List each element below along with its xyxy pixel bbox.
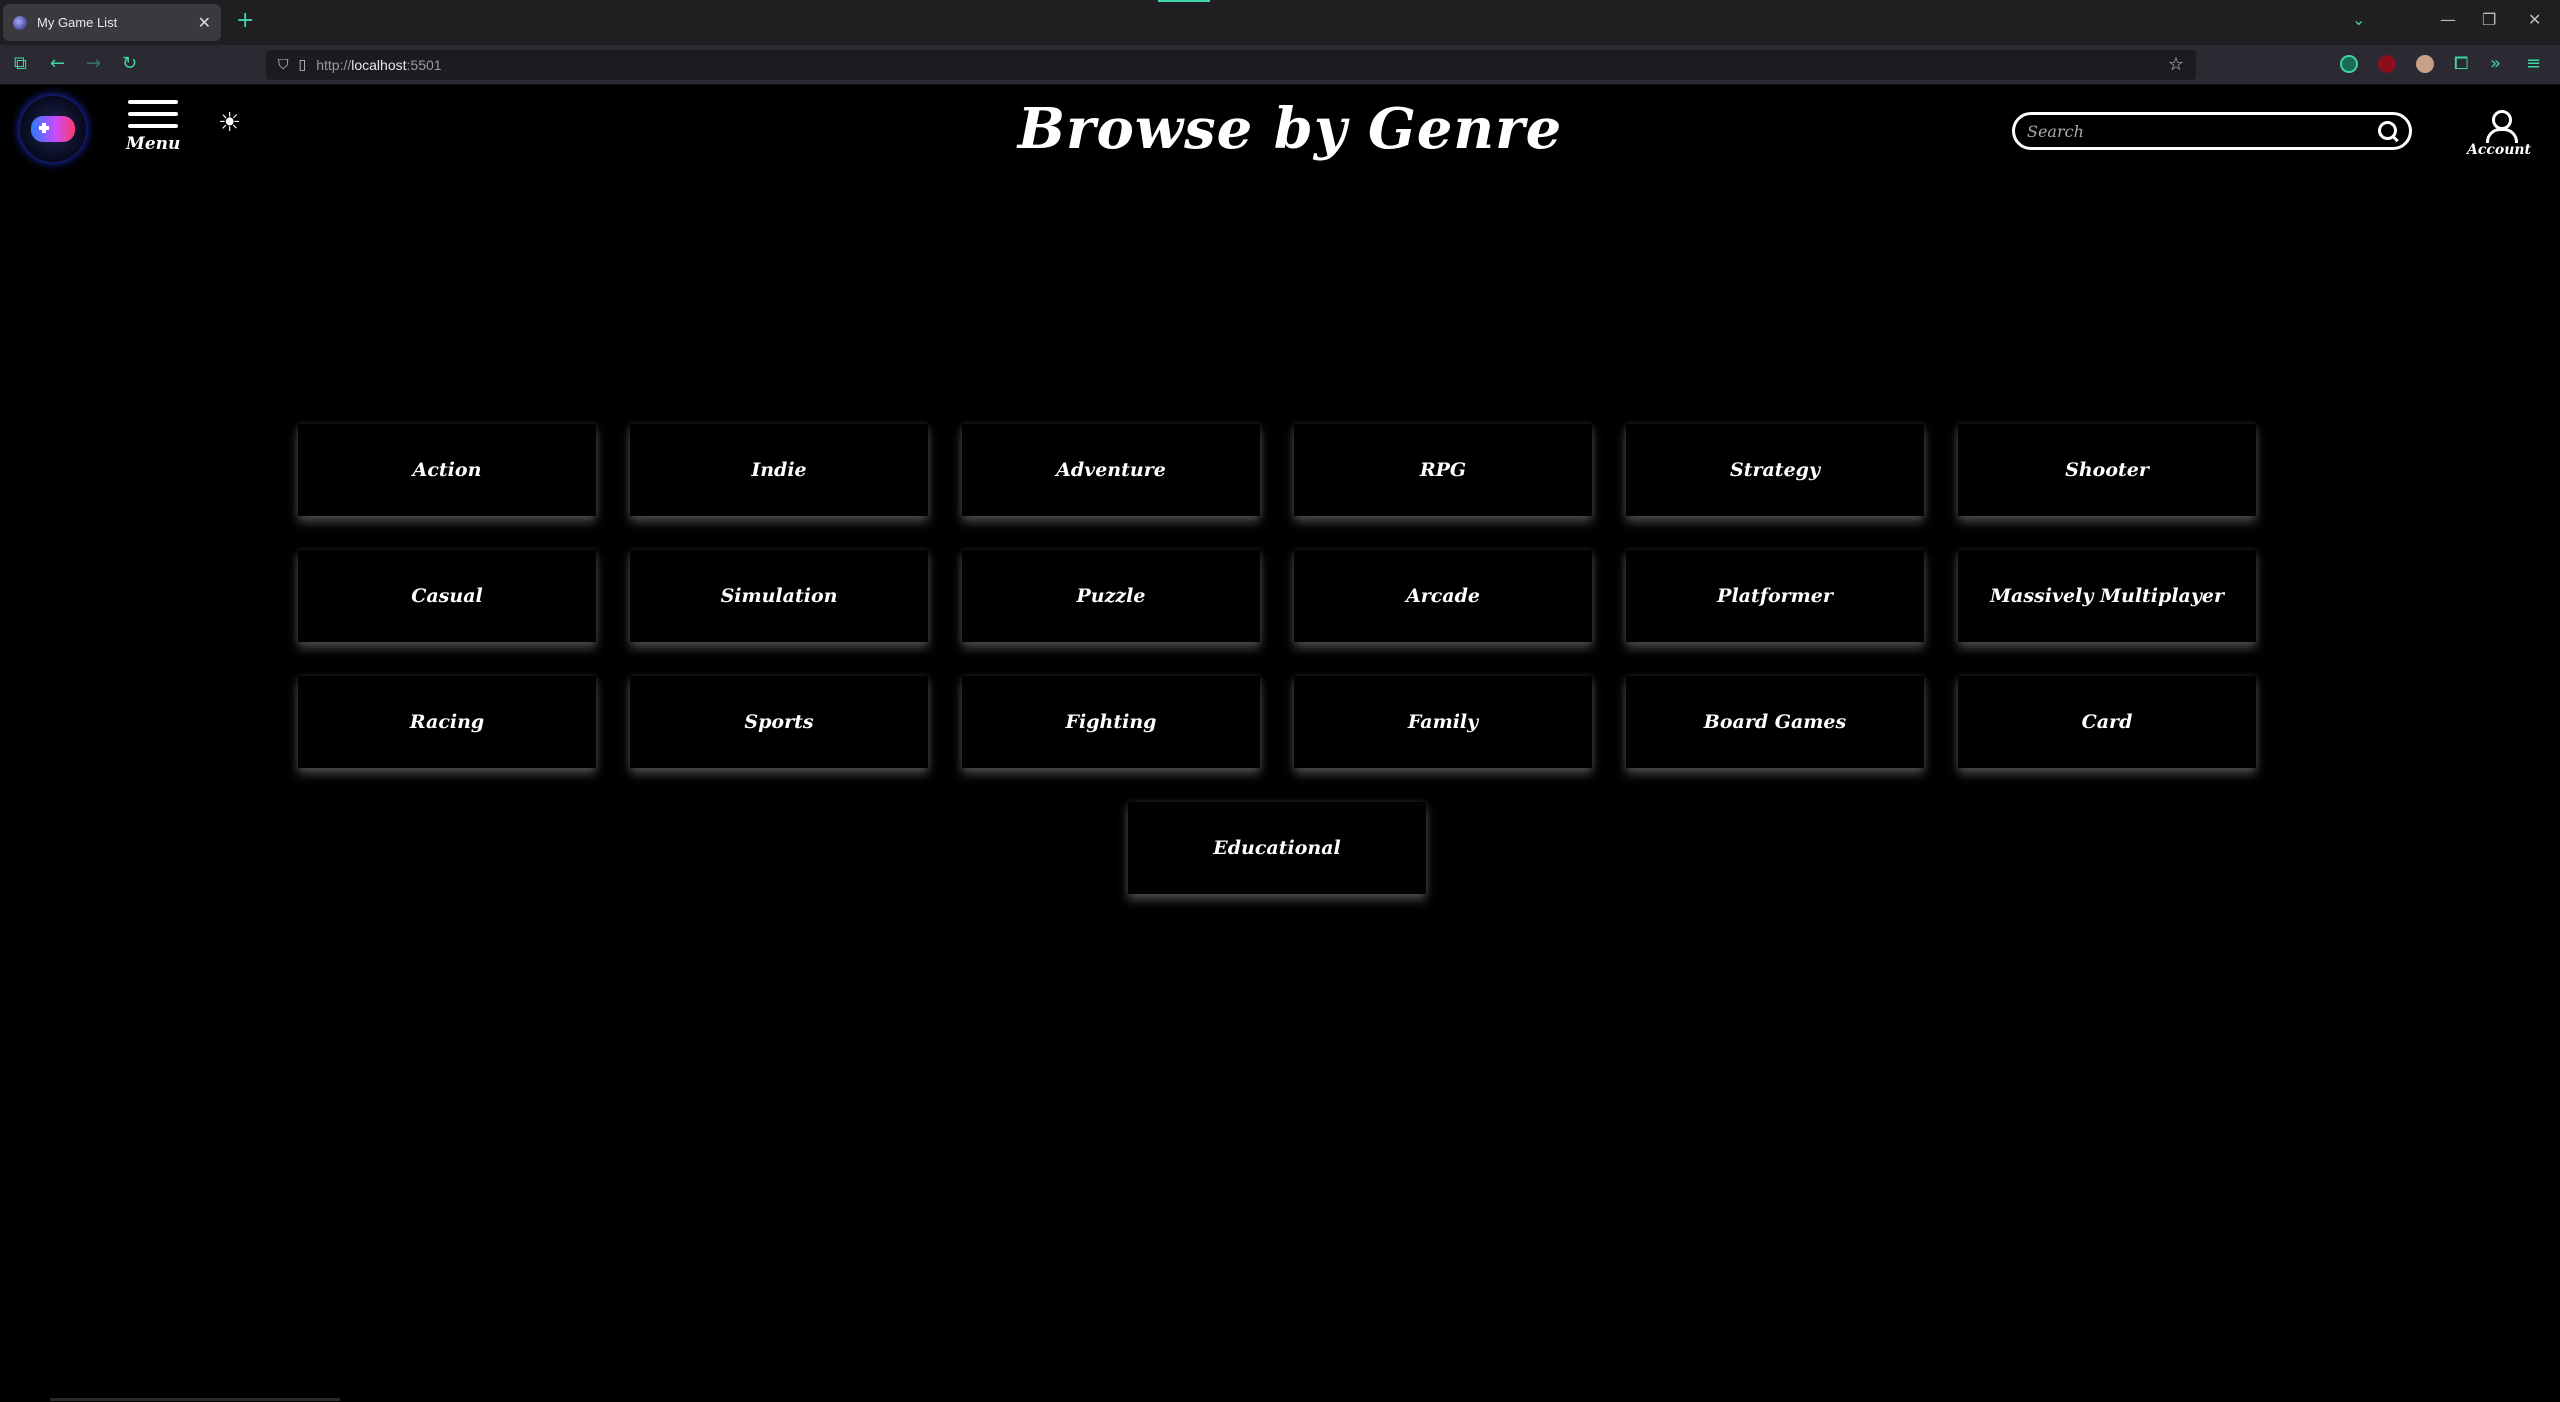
genre-card-platformer[interactable]: Platformer xyxy=(1626,550,1924,642)
genre-card-fighting[interactable]: Fighting xyxy=(962,676,1260,768)
genre-card-indie[interactable]: Indie xyxy=(630,424,928,516)
genre-card-adventure[interactable]: Adventure xyxy=(962,424,1260,516)
genre-card-puzzle[interactable]: Puzzle xyxy=(962,550,1260,642)
extensions-puzzle-icon[interactable]: ⧠ xyxy=(2454,53,2468,75)
tab-drag-indicator xyxy=(1158,0,1210,2)
shield-icon[interactable]: ⛉ xyxy=(278,57,289,73)
genre-card-arcade[interactable]: Arcade xyxy=(1294,550,1592,642)
restore-icon[interactable]: ❐ xyxy=(2482,10,2496,29)
overflow-chevron-icon[interactable]: » xyxy=(2490,53,2501,75)
genre-card-casual[interactable]: Casual xyxy=(298,550,596,642)
search-icon[interactable] xyxy=(2377,120,2399,142)
ublock-icon[interactable] xyxy=(2378,55,2396,73)
genre-card-massively-multiplayer[interactable]: Massively Multiplayer xyxy=(1958,550,2256,642)
genre-card-board-games[interactable]: Board Games xyxy=(1626,676,1924,768)
genre-card-strategy[interactable]: Strategy xyxy=(1626,424,1924,516)
search-box xyxy=(2012,112,2412,150)
genre-card-card[interactable]: Card xyxy=(1958,676,2256,768)
genre-card-educational[interactable]: Educational xyxy=(1128,802,1426,894)
horizontal-scrollbar[interactable] xyxy=(50,1398,340,1401)
genre-card-shooter[interactable]: Shooter xyxy=(1958,424,2256,516)
app-menu-icon[interactable]: ≡ xyxy=(2526,53,2541,75)
genre-grid: Action Indie Adventure RPG Strategy Shoo… xyxy=(296,424,2258,894)
page-icon: ▯ xyxy=(298,57,307,73)
close-window-icon[interactable]: ✕ xyxy=(2528,10,2541,29)
address-bar[interactable]: ⛉ ▯ http://localhost:5501 ☆ xyxy=(266,50,2196,80)
back-icon[interactable]: ← xyxy=(50,53,65,75)
browser-toolbar: ⧉ ← → ↻ ⛉ ▯ http://localhost:5501 ☆ ⧠ » … xyxy=(0,45,2560,85)
new-tab-icon[interactable]: + xyxy=(236,10,254,32)
browser-tab-bar: My Game List ✕ + ⌄ — ❐ ✕ xyxy=(0,0,2560,45)
genre-card-sports[interactable]: Sports xyxy=(630,676,928,768)
forward-icon[interactable]: → xyxy=(86,53,101,75)
url-text: http://localhost:5501 xyxy=(316,57,442,73)
search-input[interactable] xyxy=(2027,121,2377,141)
extension-icon[interactable] xyxy=(2340,55,2358,73)
profile-extension-icon[interactable] xyxy=(2416,55,2434,73)
genre-card-action[interactable]: Action xyxy=(298,424,596,516)
genre-card-simulation[interactable]: Simulation xyxy=(630,550,928,642)
genre-card-racing[interactable]: Racing xyxy=(298,676,596,768)
site-header: Menu ☀ Browse by Genre Account xyxy=(0,86,2560,178)
account-button[interactable]: Account xyxy=(2464,110,2534,158)
browser-tab[interactable]: My Game List ✕ xyxy=(3,4,221,41)
tab-list-chevron-icon[interactable]: ⌄ xyxy=(2352,10,2365,29)
genre-card-family[interactable]: Family xyxy=(1294,676,1592,768)
bookmark-star-icon[interactable]: ☆ xyxy=(2168,54,2184,75)
account-label: Account xyxy=(2466,142,2532,158)
sidebar-toggle-icon[interactable]: ⧉ xyxy=(14,53,27,75)
minimize-icon[interactable]: — xyxy=(2440,10,2456,29)
genre-card-rpg[interactable]: RPG xyxy=(1294,424,1592,516)
tab-title: My Game List xyxy=(37,15,118,30)
close-tab-icon[interactable]: ✕ xyxy=(198,13,211,32)
favicon-icon xyxy=(13,15,27,30)
reload-icon[interactable]: ↻ xyxy=(122,53,137,75)
person-icon xyxy=(2486,110,2518,143)
